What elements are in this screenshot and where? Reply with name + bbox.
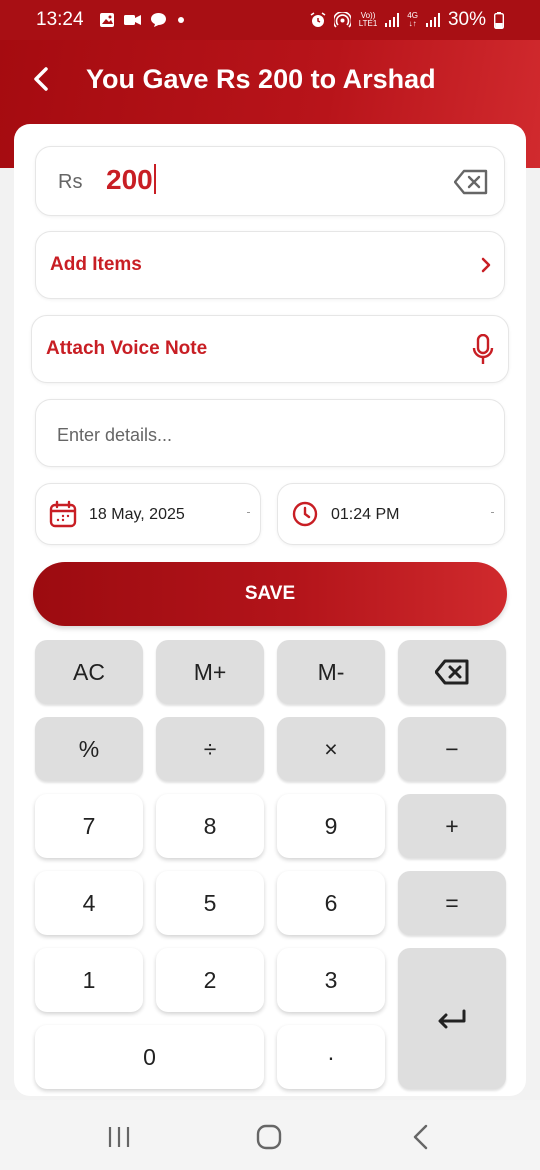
video-icon	[123, 15, 141, 25]
key-percent[interactable]: %	[35, 717, 143, 781]
dot-icon	[177, 17, 184, 23]
key-1[interactable]: 1	[35, 948, 143, 1012]
chat-icon	[150, 13, 166, 27]
key-4[interactable]: 4	[35, 871, 143, 935]
volte-indicator: Vo)) LTE1	[358, 11, 378, 28]
key-enter[interactable]	[398, 948, 506, 1089]
time-value: 01:24 PM	[331, 506, 400, 523]
currency-label: Rs	[58, 171, 83, 193]
amount-value: 200	[106, 164, 156, 196]
alarm-icon	[310, 12, 326, 27]
voice-note-label: Attach Voice Note	[46, 338, 208, 359]
key-7[interactable]: 7	[35, 794, 143, 858]
status-bar: 13:24 Vo)) LTE1 4G ↓↑ 30%	[0, 0, 540, 40]
add-items-row[interactable]: Add Items	[35, 231, 505, 299]
4g-indicator: 4G ↓↑	[407, 11, 418, 28]
gallery-icon	[99, 13, 114, 27]
details-input[interactable]: Enter details...	[35, 399, 505, 467]
key-multiply[interactable]: ×	[277, 717, 385, 781]
key-2[interactable]: 2	[156, 948, 264, 1012]
key-decimal[interactable]: ·	[277, 1025, 385, 1089]
date-dropdown-marker	[247, 512, 250, 513]
key-6[interactable]: 6	[277, 871, 385, 935]
system-nav-bar	[0, 1100, 540, 1170]
voice-note-row[interactable]: Attach Voice Note	[31, 315, 509, 383]
key-ac[interactable]: AC	[35, 640, 143, 704]
key-0[interactable]: 0	[35, 1025, 264, 1089]
nav-back-icon[interactable]	[412, 1124, 430, 1150]
status-time: 13:24	[36, 9, 84, 30]
key-5[interactable]: 5	[156, 871, 264, 935]
enter-icon	[438, 1009, 466, 1028]
key-backspace[interactable]	[398, 640, 506, 704]
calendar-icon	[49, 500, 77, 528]
hotspot-icon	[333, 11, 351, 28]
clear-amount-icon[interactable]	[454, 169, 488, 195]
add-items-label: Add Items	[50, 254, 142, 275]
key-9[interactable]: 9	[277, 794, 385, 858]
save-button[interactable]: SAVE	[33, 562, 507, 626]
chevron-right-icon	[481, 257, 491, 273]
date-picker[interactable]: 18 May, 2025	[35, 483, 261, 545]
clock-icon	[292, 501, 318, 527]
signal-2-icon	[425, 13, 440, 27]
key-plus[interactable]: +	[398, 794, 506, 858]
battery-icon	[494, 11, 504, 29]
key-3[interactable]: 3	[277, 948, 385, 1012]
home-icon[interactable]	[256, 1124, 282, 1150]
key-minus[interactable]: −	[398, 717, 506, 781]
time-dropdown-marker	[491, 512, 494, 513]
back-arrow-icon[interactable]	[30, 64, 56, 94]
key-8[interactable]: 8	[156, 794, 264, 858]
recent-apps-icon[interactable]	[107, 1126, 131, 1148]
time-picker[interactable]: 01:24 PM	[277, 483, 505, 545]
amount-input[interactable]: Rs 200	[35, 146, 505, 216]
details-placeholder: Enter details...	[57, 425, 173, 445]
date-value: 18 May, 2025	[89, 506, 185, 523]
text-cursor	[153, 164, 156, 194]
battery-percent: 30%	[447, 9, 486, 30]
key-memory-minus[interactable]: M-	[277, 640, 385, 704]
page-title: You Gave Rs 200 to Arshad	[86, 64, 436, 94]
key-divide[interactable]: ÷	[156, 717, 264, 781]
key-memory-plus[interactable]: M+	[156, 640, 264, 704]
key-equals[interactable]: =	[398, 871, 506, 935]
microphone-icon[interactable]	[472, 334, 494, 366]
signal-icon	[385, 13, 400, 27]
backspace-icon	[435, 659, 469, 685]
